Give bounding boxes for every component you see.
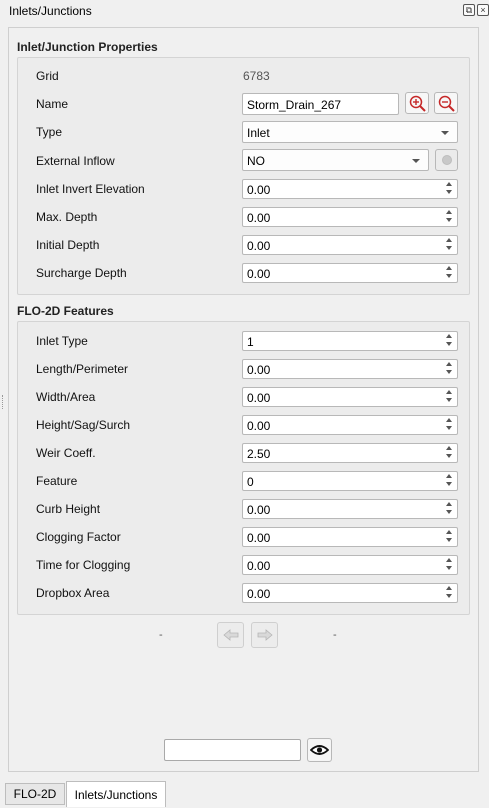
spin-arrows-icon[interactable] [446, 418, 455, 432]
height-spinbox[interactable]: 0.00 [242, 415, 458, 435]
initial-depth-label: Initial Depth [36, 238, 100, 252]
chevron-down-icon [441, 131, 449, 135]
inlet-type-spinbox[interactable]: 1 [242, 331, 458, 351]
name-input-value: Storm_Drain_267 [247, 98, 342, 112]
grid-value: 6783 [243, 69, 270, 83]
zoom-out-icon [438, 95, 455, 112]
inlet-type-value: 1 [247, 335, 254, 349]
external-inflow-button[interactable] [435, 149, 458, 171]
type-select[interactable]: Inlet [242, 121, 458, 143]
circle-icon [442, 155, 452, 165]
width-spinbox[interactable]: 0.00 [242, 387, 458, 407]
length-spinbox[interactable]: 0.00 [242, 359, 458, 379]
tab-flo2d[interactable]: FLO-2D [5, 783, 65, 805]
external-inflow-select[interactable]: NO [242, 149, 429, 171]
initial-depth-spinbox[interactable]: 0.00 [242, 235, 458, 255]
feature-value: 0 [247, 475, 254, 489]
dock-title: Inlets/Junctions [9, 4, 92, 18]
dropbox-spinbox[interactable]: 0.00 [242, 583, 458, 603]
spin-arrows-icon[interactable] [446, 238, 455, 252]
chevron-down-icon [412, 159, 420, 163]
surcharge-spinbox[interactable]: 0.00 [242, 263, 458, 283]
invert-value: 0.00 [247, 183, 271, 197]
length-label: Length/Perimeter [36, 362, 129, 376]
spin-arrows-icon[interactable] [446, 210, 455, 224]
weir-label: Weir Coeff. [36, 446, 96, 460]
height-label: Height/Sag/Surch [36, 418, 131, 432]
initial-depth-value: 0.00 [247, 239, 271, 253]
close-icon[interactable]: × [477, 4, 489, 16]
weir-value: 2.50 [247, 447, 271, 461]
type-select-value: Inlet [247, 126, 270, 140]
surcharge-value: 0.00 [247, 267, 271, 281]
curb-label: Curb Height [36, 502, 101, 516]
weir-spinbox[interactable]: 2.50 [242, 443, 458, 463]
flo2d-heading: FLO-2D Features [17, 304, 114, 318]
spin-arrows-icon[interactable] [446, 446, 455, 460]
nav-left-text: - [159, 629, 163, 641]
dock-tab-bar: FLO-2D Inlets/Junctions [0, 778, 489, 808]
tab-inlets-junctions[interactable]: Inlets/Junctions [66, 781, 166, 807]
spin-arrows-icon[interactable] [446, 390, 455, 404]
width-value: 0.00 [247, 391, 271, 405]
spin-arrows-icon[interactable] [446, 586, 455, 600]
curb-value: 0.00 [247, 503, 271, 517]
inlet-type-label: Inlet Type [36, 334, 88, 348]
spin-arrows-icon[interactable] [446, 558, 455, 572]
zoom-in-icon [409, 95, 426, 112]
previous-button[interactable] [217, 622, 244, 648]
dock-title-bar: Inlets/Junctions ⧉ × [0, 0, 489, 22]
max-depth-label: Max. Depth [36, 210, 98, 224]
name-label: Name [36, 97, 69, 111]
max-depth-value: 0.00 [247, 211, 271, 225]
spin-arrows-icon[interactable] [446, 334, 455, 348]
spin-arrows-icon[interactable] [446, 266, 455, 280]
spin-arrows-icon[interactable] [446, 502, 455, 516]
eye-icon [310, 745, 329, 755]
length-value: 0.00 [247, 363, 271, 377]
grid-label: Grid [36, 69, 59, 83]
external-inflow-value: NO [247, 154, 265, 168]
dropbox-value: 0.00 [247, 587, 271, 601]
spin-arrows-icon[interactable] [446, 362, 455, 376]
search-input[interactable] [164, 739, 301, 761]
width-label: Width/Area [36, 390, 96, 404]
time-clogging-spinbox[interactable]: 0.00 [242, 555, 458, 575]
dock-grip[interactable] [2, 395, 5, 409]
type-label: Type [36, 125, 63, 139]
curb-spinbox[interactable]: 0.00 [242, 499, 458, 519]
surcharge-label: Surcharge Depth [36, 266, 127, 280]
clogging-label: Clogging Factor [36, 530, 121, 544]
eye-button[interactable] [307, 738, 332, 762]
properties-heading: Inlet/Junction Properties [17, 40, 158, 54]
spin-arrows-icon[interactable] [446, 530, 455, 544]
external-inflow-label: External Inflow [36, 154, 115, 168]
float-icon[interactable]: ⧉ [463, 4, 475, 16]
nav-right-text: - [333, 629, 337, 641]
invert-label: Inlet Invert Elevation [36, 182, 145, 196]
invert-spinbox[interactable]: 0.00 [242, 179, 458, 199]
feature-label: Feature [36, 474, 78, 488]
arrow-right-icon [257, 629, 273, 641]
name-input[interactable]: Storm_Drain_267 [242, 93, 399, 115]
height-value: 0.00 [247, 419, 271, 433]
clogging-spinbox[interactable]: 0.00 [242, 527, 458, 547]
clogging-value: 0.00 [247, 531, 271, 545]
time-clogging-value: 0.00 [247, 559, 271, 573]
spin-arrows-icon[interactable] [446, 474, 455, 488]
zoom-out-button[interactable] [434, 92, 458, 114]
arrow-left-icon [222, 629, 238, 641]
spin-arrows-icon[interactable] [446, 182, 455, 196]
time-clogging-label: Time for Clogging [36, 558, 131, 572]
feature-spinbox[interactable]: 0 [242, 471, 458, 491]
next-button[interactable] [251, 622, 278, 648]
zoom-in-button[interactable] [405, 92, 429, 114]
max-depth-spinbox[interactable]: 0.00 [242, 207, 458, 227]
dropbox-label: Dropbox Area [36, 586, 110, 600]
